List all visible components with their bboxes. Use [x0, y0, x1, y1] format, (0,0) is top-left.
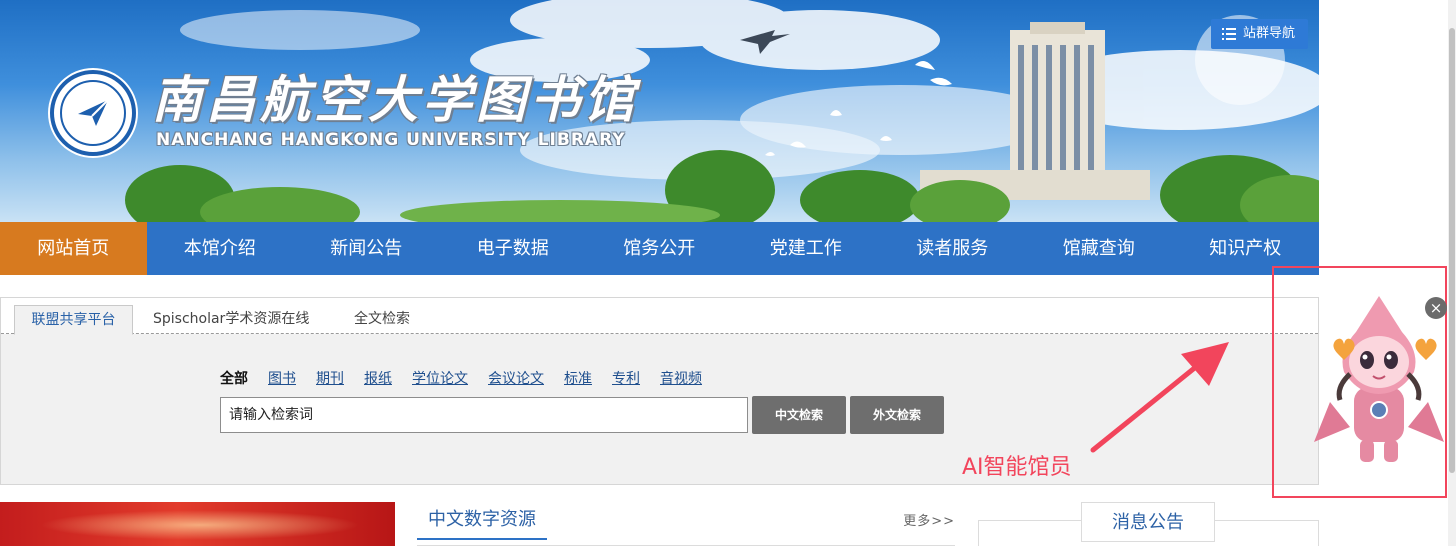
nav-reader-services[interactable]: 读者服务	[879, 222, 1026, 275]
library-subtitle: NANCHANG HANGKONG UNIVERSITY LIBRARY	[156, 130, 626, 150]
site-group-nav-label: 站群导航	[1243, 26, 1296, 41]
ai-close-button[interactable]: ×	[1425, 297, 1447, 319]
search-tab-bar: 联盟共享平台 Spischolar学术资源在线 全文检索	[1, 298, 1318, 335]
filter-all[interactable]: 全部	[220, 368, 248, 388]
seal-plane-icon	[78, 99, 109, 126]
nav-party-work[interactable]: 党建工作	[733, 222, 880, 275]
search-input[interactable]	[220, 397, 748, 433]
nav-affairs[interactable]: 馆务公开	[586, 222, 733, 275]
notice-title[interactable]: 消息公告	[1081, 502, 1215, 542]
tab-fulltext[interactable]: 全文检索	[354, 305, 410, 335]
filter-conference-papers[interactable]: 会议论文	[488, 368, 544, 388]
header-banner: 南昌航空大学图书馆 NANCHANG HANGKONG UNIVERSITY L…	[0, 0, 1319, 222]
filter-patents[interactable]: 专利	[612, 368, 640, 388]
tab-union-platform[interactable]: 联盟共享平台	[14, 305, 133, 335]
pointer-arrow-icon	[1090, 342, 1229, 453]
foreign-search-button[interactable]: 外文检索	[850, 396, 944, 434]
news-slideshow-image[interactable]	[0, 502, 395, 546]
nav-home[interactable]: 网站首页	[0, 222, 147, 275]
nav-catalog-search[interactable]: 馆藏查询	[1026, 222, 1173, 275]
section-title[interactable]: 中文数字资源	[417, 500, 547, 540]
filter-audio-video[interactable]: 音视频	[660, 368, 702, 388]
filter-theses[interactable]: 学位论文	[412, 368, 468, 388]
filter-newspapers[interactable]: 报纸	[364, 368, 392, 388]
filter-standards[interactable]: 标准	[564, 368, 592, 388]
chinese-search-button[interactable]: 中文检索	[752, 396, 846, 434]
library-homepage: 南昌航空大学图书馆 NANCHANG HANGKONG UNIVERSITY L…	[0, 0, 1456, 546]
chinese-digital-resources-section: 中文数字资源 更多>>	[417, 500, 955, 546]
ai-assistant-label: AI智能馆员	[962, 455, 1072, 480]
scrollbar-thumb[interactable]	[1449, 28, 1455, 473]
nav-e-resources[interactable]: 电子数据	[440, 222, 587, 275]
university-seal-logo	[50, 70, 136, 156]
filter-books[interactable]: 图书	[268, 368, 296, 388]
more-link[interactable]: 更多>>	[903, 510, 955, 529]
list-icon	[1222, 28, 1236, 40]
filter-journals[interactable]: 期刊	[316, 368, 344, 388]
tab-spischolar[interactable]: Spischolar学术资源在线	[153, 305, 309, 335]
main-navigation: 网站首页 本馆介绍 新闻公告 电子数据 馆务公开 党建工作 读者服务 馆藏查询 …	[0, 222, 1319, 275]
nav-news[interactable]: 新闻公告	[293, 222, 440, 275]
site-group-nav-button[interactable]: 站群导航	[1211, 19, 1308, 49]
ai-mascot-icon[interactable]	[1310, 292, 1448, 472]
library-title: 南昌航空大学图书馆	[152, 70, 638, 129]
nav-about[interactable]: 本馆介绍	[147, 222, 294, 275]
resource-type-filters: 全部 图书 期刊 报纸 学位论文 会议论文 标准 专利 音视频	[220, 368, 722, 388]
page-scrollbar[interactable]	[1448, 0, 1456, 546]
